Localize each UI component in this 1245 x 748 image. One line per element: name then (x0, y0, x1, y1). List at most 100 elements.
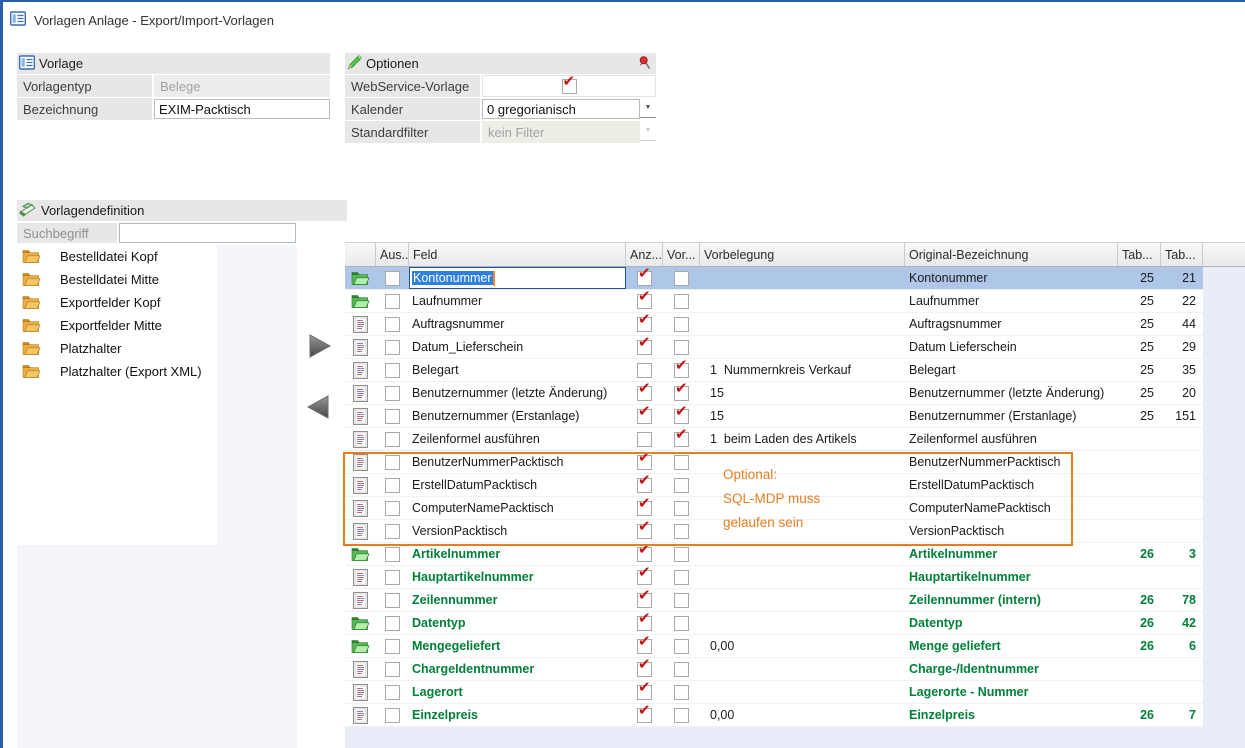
table-row[interactable]: Mengegeliefert✔0,00Menge geliefert266 (345, 635, 1203, 658)
aus-checkbox[interactable] (385, 662, 400, 677)
folder-item[interactable]: Platzhalter (Export XML) (17, 360, 217, 383)
anz-checkbox[interactable]: ✔ (637, 271, 652, 286)
vor-checkbox[interactable] (674, 317, 689, 332)
vor-checkbox[interactable] (674, 662, 689, 677)
anz-checkbox[interactable]: ✔ (637, 478, 652, 493)
anz-checkbox[interactable]: ✔ (637, 501, 652, 516)
table-row[interactable]: Datum_Lieferschein✔Datum Lieferschein252… (345, 336, 1203, 359)
vor-checkbox[interactable] (674, 478, 689, 493)
vor-checkbox[interactable]: ✔ (674, 409, 689, 424)
vor-checkbox[interactable]: ✔ (674, 386, 689, 401)
kalender-dropdown-button[interactable]: ▼ (640, 98, 656, 118)
anz-checkbox[interactable]: ✔ (637, 662, 652, 677)
table-row[interactable]: Benutzernummer (letzte Änderung)✔✔15Benu… (345, 382, 1203, 405)
folder-item[interactable]: Platzhalter (17, 337, 217, 360)
table-row[interactable]: Hauptartikelnummer✔Hauptartikelnummer (345, 566, 1203, 589)
move-left-button[interactable] (304, 394, 332, 420)
pushpin-icon[interactable] (639, 56, 652, 73)
bezeichnung-field[interactable] (154, 99, 330, 119)
table-row[interactable]: Zeilennummer✔Zeilennummer (intern)2678 (345, 589, 1203, 612)
table-row[interactable]: Lagerort✔Lagerorte - Nummer (345, 681, 1203, 704)
vor-checkbox[interactable] (674, 340, 689, 355)
folder-item[interactable]: Bestelldatei Mitte (17, 268, 217, 291)
table-row[interactable]: Kontonummer✔Kontonummer2521 (345, 267, 1203, 290)
move-right-button[interactable] (306, 333, 334, 359)
anz-checkbox[interactable]: ✔ (637, 317, 652, 332)
aus-checkbox[interactable] (385, 524, 400, 539)
anz-checkbox[interactable]: ✔ (637, 524, 652, 539)
header-vor[interactable]: Vor... (663, 243, 700, 266)
anz-checkbox[interactable]: ✔ (637, 616, 652, 631)
header-aus[interactable]: Aus... (376, 243, 409, 266)
vor-checkbox[interactable] (674, 455, 689, 470)
webservice-checkbox[interactable]: ✔ (562, 79, 577, 94)
anz-checkbox[interactable]: ✔ (637, 547, 652, 562)
anz-checkbox[interactable]: ✔ (637, 409, 652, 424)
vor-checkbox[interactable]: ✔ (674, 432, 689, 447)
folder-item[interactable]: Bestelldatei Kopf (17, 245, 217, 268)
aus-checkbox[interactable] (385, 501, 400, 516)
table-row[interactable]: Einzelpreis✔0,00Einzelpreis267 (345, 704, 1203, 727)
vor-checkbox[interactable] (674, 616, 689, 631)
aus-checkbox[interactable] (385, 317, 400, 332)
aus-checkbox[interactable] (385, 409, 400, 424)
anz-checkbox[interactable]: ✔ (637, 455, 652, 470)
table-row[interactable]: ChargeIdentnummer✔Charge-/Identnummer (345, 658, 1203, 681)
aus-checkbox[interactable] (385, 639, 400, 654)
vor-checkbox[interactable] (674, 524, 689, 539)
table-row[interactable]: Artikelnummer✔Artikelnummer263 (345, 543, 1203, 566)
aus-checkbox[interactable] (385, 570, 400, 585)
vor-checkbox[interactable] (674, 708, 689, 723)
table-row[interactable]: Belegart✔1 Nummernkreis VerkaufBelegart2… (345, 359, 1203, 382)
anz-checkbox[interactable]: ✔ (637, 685, 652, 700)
aus-checkbox[interactable] (385, 363, 400, 378)
feld-edit-input[interactable]: Kontonummer (409, 267, 626, 289)
header-tab1[interactable]: Tab... (1118, 243, 1161, 266)
aus-checkbox[interactable] (385, 478, 400, 493)
vor-checkbox[interactable]: ✔ (674, 363, 689, 378)
aus-checkbox[interactable] (385, 386, 400, 401)
table-row[interactable]: Zeilenformel ausführen✔1 beim Laden des … (345, 428, 1203, 451)
aus-checkbox[interactable] (385, 685, 400, 700)
aus-checkbox[interactable] (385, 294, 400, 309)
feld-cell: Zeilennummer (409, 589, 626, 611)
vor-checkbox[interactable] (674, 294, 689, 309)
suchbegriff-input[interactable] (119, 223, 296, 243)
vor-checkbox[interactable] (674, 685, 689, 700)
anz-checkbox[interactable]: ✔ (637, 639, 652, 654)
anz-checkbox[interactable]: ✔ (637, 570, 652, 585)
anz-checkbox[interactable]: ✔ (637, 294, 652, 309)
aus-checkbox[interactable] (385, 616, 400, 631)
aus-checkbox[interactable] (385, 708, 400, 723)
table-row[interactable]: Laufnummer✔Laufnummer2522 (345, 290, 1203, 313)
aus-checkbox[interactable] (385, 271, 400, 286)
folder-item[interactable]: Exportfelder Mitte (17, 314, 217, 337)
vor-checkbox[interactable] (674, 593, 689, 608)
folder-item[interactable]: Exportfelder Kopf (17, 291, 217, 314)
vor-checkbox[interactable] (674, 639, 689, 654)
vor-checkbox[interactable] (674, 501, 689, 516)
anz-checkbox[interactable] (637, 432, 652, 447)
aus-checkbox[interactable] (385, 455, 400, 470)
anz-checkbox[interactable]: ✔ (637, 708, 652, 723)
header-vorbelegung[interactable]: Vorbelegung (700, 243, 905, 266)
anz-checkbox[interactable] (637, 363, 652, 378)
aus-checkbox[interactable] (385, 547, 400, 562)
anz-checkbox[interactable]: ✔ (637, 386, 652, 401)
anz-checkbox[interactable]: ✔ (637, 593, 652, 608)
header-feld[interactable]: Feld (409, 243, 626, 266)
table-row[interactable]: Benutzernummer (Erstanlage)✔✔15Benutzern… (345, 405, 1203, 428)
header-anz[interactable]: Anz... (626, 243, 663, 266)
header-tab2[interactable]: Tab... (1161, 243, 1203, 266)
table-row[interactable]: Datentyp✔Datentyp2642 (345, 612, 1203, 635)
vor-checkbox[interactable] (674, 271, 689, 286)
header-original-bezeichnung[interactable]: Original-Bezeichnung (905, 243, 1118, 266)
vor-checkbox[interactable] (674, 570, 689, 585)
aus-checkbox[interactable] (385, 340, 400, 355)
kalender-field[interactable] (482, 99, 640, 119)
aus-checkbox[interactable] (385, 593, 400, 608)
aus-checkbox[interactable] (385, 432, 400, 447)
table-row[interactable]: Auftragsnummer✔Auftragsnummer2544 (345, 313, 1203, 336)
vor-checkbox[interactable] (674, 547, 689, 562)
anz-checkbox[interactable]: ✔ (637, 340, 652, 355)
